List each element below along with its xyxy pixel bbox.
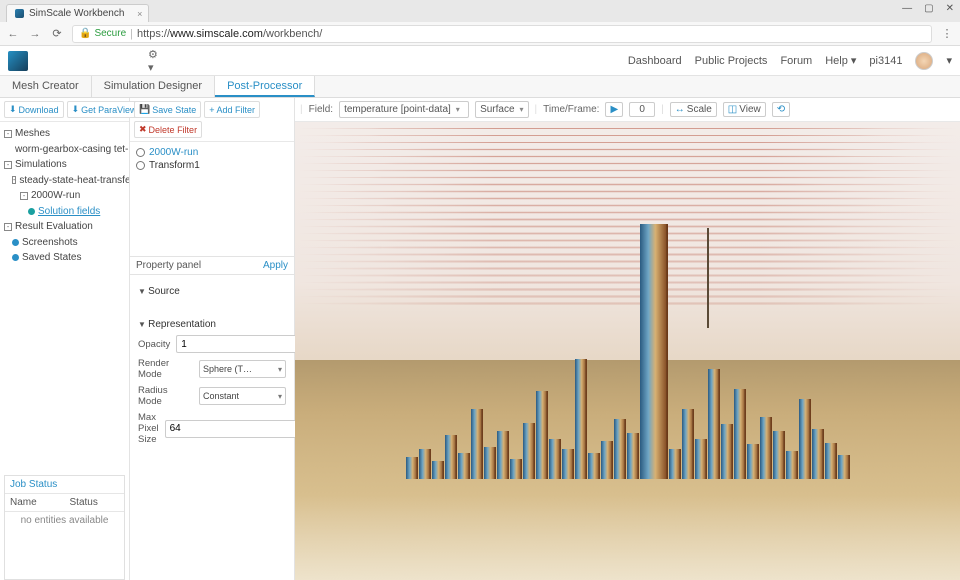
tree-screenshots[interactable]: Screenshots <box>4 235 125 251</box>
favicon <box>15 9 24 18</box>
workbench-tabs: Mesh Creator Simulation Designer Post-Pr… <box>0 76 960 98</box>
nav-back-icon[interactable]: ← <box>6 28 20 40</box>
tree-sim-item[interactable]: -steady-state-heat-transfer <box>4 173 125 189</box>
avatar[interactable] <box>915 52 933 70</box>
url-divider: | <box>130 28 133 40</box>
field-icon <box>28 208 35 215</box>
nav-forum[interactable]: Forum <box>780 55 812 67</box>
nav-forward-icon[interactable]: → <box>28 28 42 40</box>
app-top-bar: ⚙ ▾ Dashboard Public Projects Forum Help… <box>0 46 960 76</box>
nav-dashboard[interactable]: Dashboard <box>628 55 682 67</box>
representation-select[interactable]: Surface <box>475 101 528 118</box>
property-panel-title: Property panel <box>136 260 201 271</box>
download-button[interactable]: ⬇ Download <box>4 101 64 118</box>
pipeline-item[interactable]: 2000W-run <box>136 146 288 159</box>
scale-button[interactable]: ↔ Scale <box>670 102 717 117</box>
tree-simulations[interactable]: -Simulations <box>4 157 125 173</box>
folder-icon <box>12 254 19 261</box>
url-text: https://www.simscale.com/workbench/ <box>137 28 322 40</box>
render-viewport[interactable] <box>295 122 960 580</box>
project-tree-panel: ⬇ Download ⬇ Get ParaView® ⟳ -Meshes wor… <box>0 98 130 580</box>
view-button[interactable]: ◫ View <box>723 102 766 117</box>
radius-mode-label: Radius Mode <box>138 385 193 407</box>
tree-mesh-item[interactable]: worm-gearbox-casing tet-mesh <box>4 142 125 158</box>
window-close-icon[interactable]: ✕ <box>946 3 954 14</box>
tab-simulation-designer[interactable]: Simulation Designer <box>92 76 215 97</box>
time-label: Time/Frame: <box>543 104 599 115</box>
tree-saved-states[interactable]: Saved States <box>4 250 125 266</box>
url-input[interactable]: 🔒 Secure | https://www.simscale.com/work… <box>72 25 932 43</box>
tree-solution-fields[interactable]: Solution fields <box>4 204 125 220</box>
window-minimize-icon[interactable]: — <box>902 3 912 14</box>
job-col-status: Status <box>65 494 125 511</box>
time-frame-input[interactable]: 0 <box>629 102 655 117</box>
visibility-icon[interactable] <box>136 148 145 157</box>
simscale-logo-icon[interactable] <box>8 51 28 71</box>
tab-mesh-creator[interactable]: Mesh Creator <box>0 76 92 97</box>
max-pixel-label: Max Pixel Size <box>138 412 159 445</box>
tab-post-processor[interactable]: Post-Processor <box>215 76 315 97</box>
tree-result-eval[interactable]: -Result Evaluation <box>4 219 125 235</box>
tree-run-item[interactable]: -2000W-run <box>4 188 125 204</box>
radius-mode-select[interactable]: Constant <box>199 387 286 405</box>
visibility-icon[interactable] <box>136 161 145 170</box>
job-status-panel: Job Status Name Status no entities avail… <box>4 475 125 580</box>
time-play-button[interactable]: ▶ <box>605 102 623 117</box>
window-maximize-icon[interactable]: ▢ <box>924 3 933 14</box>
delete-filter-button[interactable]: ✖ Delete Filter <box>134 121 202 138</box>
job-col-name: Name <box>5 494 65 511</box>
apply-button[interactable]: Apply <box>263 260 288 271</box>
render-mode-select[interactable]: Sphere (T… <box>199 360 286 378</box>
address-bar: ← → ⟳ 🔒 Secure | https://www.simscale.co… <box>0 22 960 46</box>
tab-title: SimScale Workbench <box>29 8 124 19</box>
job-empty-text: no entities available <box>5 512 124 529</box>
render-mode-label: Render Mode <box>138 358 193 380</box>
render-geometry <box>295 227 960 479</box>
field-label: Field: <box>309 104 333 115</box>
tree-meshes[interactable]: -Meshes <box>4 126 125 142</box>
user-caret-icon[interactable]: ▾ <box>946 54 952 67</box>
save-state-button[interactable]: 💾 Save State <box>134 101 201 118</box>
nav-reload-icon[interactable]: ⟳ <box>50 27 64 40</box>
opacity-label: Opacity <box>138 339 170 350</box>
add-filter-button[interactable]: + Add Filter <box>204 101 260 118</box>
secure-badge: 🔒 Secure <box>79 28 126 39</box>
camera-reset-icon[interactable]: ⟲ <box>772 102 790 117</box>
nav-public-projects[interactable]: Public Projects <box>695 55 768 67</box>
tab-close-icon[interactable]: × <box>137 9 142 19</box>
max-pixel-input[interactable] <box>165 420 307 438</box>
field-select[interactable]: temperature [point-data] <box>339 101 469 118</box>
section-representation[interactable]: Representation <box>138 319 286 330</box>
nav-help[interactable]: Help ▾ <box>825 54 856 67</box>
settings-gear-icon[interactable]: ⚙ ▾ <box>28 48 158 74</box>
pipeline-item[interactable]: Transform1 <box>136 159 288 172</box>
job-status-title: Job Status <box>5 476 124 494</box>
section-source[interactable]: Source <box>138 286 286 297</box>
browser-menu-icon[interactable]: ⋮ <box>940 27 954 40</box>
username[interactable]: pi3141 <box>869 55 902 67</box>
viewport-panel: | Field: temperature [point-data] Surfac… <box>295 98 960 580</box>
browser-tab-strip: SimScale Workbench × — ▢ ✕ <box>0 0 960 22</box>
browser-tab[interactable]: SimScale Workbench × <box>6 4 149 22</box>
pipeline-panel: 💾 Save State + Add Filter ✖ Delete Filte… <box>130 98 295 580</box>
folder-icon <box>12 239 19 246</box>
